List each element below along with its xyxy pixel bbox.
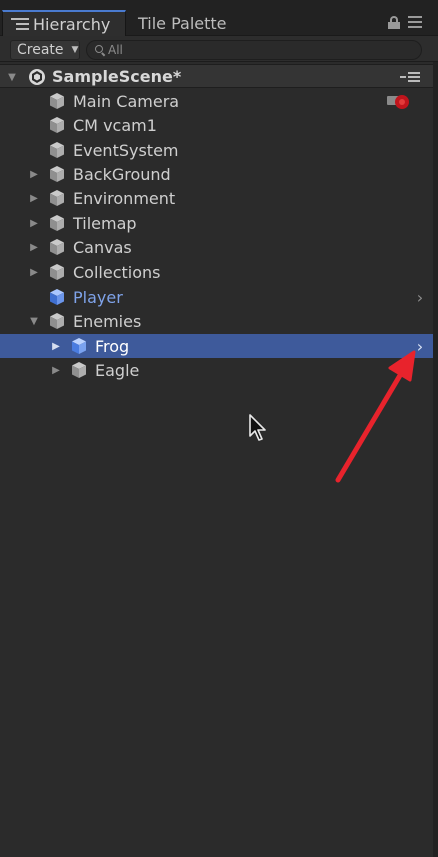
- tab-tile-palette[interactable]: Tile Palette: [138, 10, 258, 36]
- list-item-selected[interactable]: ▶ Frog ›: [0, 334, 433, 358]
- panel-menu-icon[interactable]: [408, 16, 422, 28]
- chevron-right-icon[interactable]: ›: [414, 288, 426, 307]
- tab-tile-palette-label: Tile Palette: [138, 13, 227, 33]
- list-item[interactable]: Main Camera: [0, 89, 433, 113]
- item-label: Main Camera: [73, 91, 180, 111]
- search-input[interactable]: [108, 43, 408, 57]
- cube-icon: [50, 264, 64, 280]
- list-item[interactable]: CM vcam1: [0, 113, 433, 137]
- tab-hierarchy[interactable]: Hierarchy: [2, 10, 126, 36]
- camera-gizmo-icon: [387, 95, 409, 109]
- foldout-expanded-icon[interactable]: ▼: [6, 71, 18, 83]
- scene-name: SampleScene*: [52, 66, 182, 86]
- toolbar: Create ▼: [0, 36, 438, 62]
- scrollbar-track[interactable]: [433, 62, 438, 857]
- scene-row[interactable]: ▼ SampleScene*: [0, 64, 433, 88]
- cube-icon: [50, 142, 64, 158]
- item-label: Enemies: [73, 311, 142, 331]
- cube-icon: [50, 239, 64, 255]
- tab-hierarchy-label: Hierarchy: [33, 14, 111, 34]
- item-label: Tilemap: [73, 213, 137, 233]
- item-label: EventSystem: [73, 140, 179, 160]
- list-item[interactable]: ▼ Enemies: [0, 309, 433, 333]
- blue-cube-icon: [72, 338, 86, 354]
- lock-icon[interactable]: [388, 16, 400, 29]
- create-button[interactable]: Create ▼: [10, 40, 80, 60]
- item-label: Canvas: [73, 237, 132, 257]
- cube-icon: [50, 166, 64, 182]
- item-label: CM vcam1: [73, 115, 157, 135]
- create-button-label: Create: [17, 42, 64, 58]
- item-label: Collections: [73, 262, 161, 282]
- cube-icon: [50, 190, 64, 206]
- foldout-collapsed-icon[interactable]: ▶: [28, 192, 40, 204]
- unity-scene-icon: [29, 69, 45, 85]
- list-item[interactable]: ▶ Canvas: [0, 235, 433, 259]
- foldout-collapsed-icon[interactable]: ▶: [50, 340, 62, 352]
- cube-icon: [72, 362, 86, 378]
- chevron-right-icon[interactable]: ›: [414, 337, 426, 356]
- blue-cube-icon: [50, 289, 64, 305]
- item-label: Environment: [73, 188, 176, 208]
- hierarchy-panel: Hierarchy Tile Palette Create ▼ ▼: [0, 0, 438, 857]
- foldout-collapsed-icon[interactable]: ▶: [28, 266, 40, 278]
- foldout-collapsed-icon[interactable]: ▶: [28, 217, 40, 229]
- hierarchy-list-icon: [11, 16, 29, 32]
- item-label: Eagle: [95, 360, 140, 380]
- cube-icon: [50, 215, 64, 231]
- tab-bar: Hierarchy Tile Palette: [0, 0, 438, 36]
- foldout-collapsed-icon[interactable]: ▶: [28, 168, 40, 180]
- item-label: BackGround: [73, 164, 171, 184]
- mouse-cursor-icon: [249, 414, 266, 441]
- list-item[interactable]: ▶ Tilemap: [0, 211, 433, 235]
- foldout-expanded-icon[interactable]: ▼: [28, 315, 40, 327]
- list-item[interactable]: ▶ Environment: [0, 186, 433, 210]
- list-item[interactable]: ▶ Eagle: [0, 358, 433, 382]
- item-label: Player: [73, 287, 123, 307]
- cube-icon: [50, 313, 64, 329]
- list-item[interactable]: Player ›: [0, 285, 433, 309]
- search-box[interactable]: [86, 40, 422, 60]
- list-item[interactable]: ▶ BackGround: [0, 162, 433, 186]
- cube-icon: [50, 93, 64, 109]
- dropdown-caret-icon: ▼: [71, 45, 79, 55]
- scene-menu-icon[interactable]: [400, 71, 422, 83]
- foldout-collapsed-icon[interactable]: ▶: [50, 364, 62, 376]
- list-item[interactable]: EventSystem: [0, 138, 433, 162]
- item-label: Frog: [95, 336, 130, 356]
- list-item[interactable]: ▶ Collections: [0, 260, 433, 284]
- cube-icon: [50, 117, 64, 133]
- foldout-collapsed-icon[interactable]: ▶: [28, 241, 40, 253]
- search-icon: [95, 44, 106, 56]
